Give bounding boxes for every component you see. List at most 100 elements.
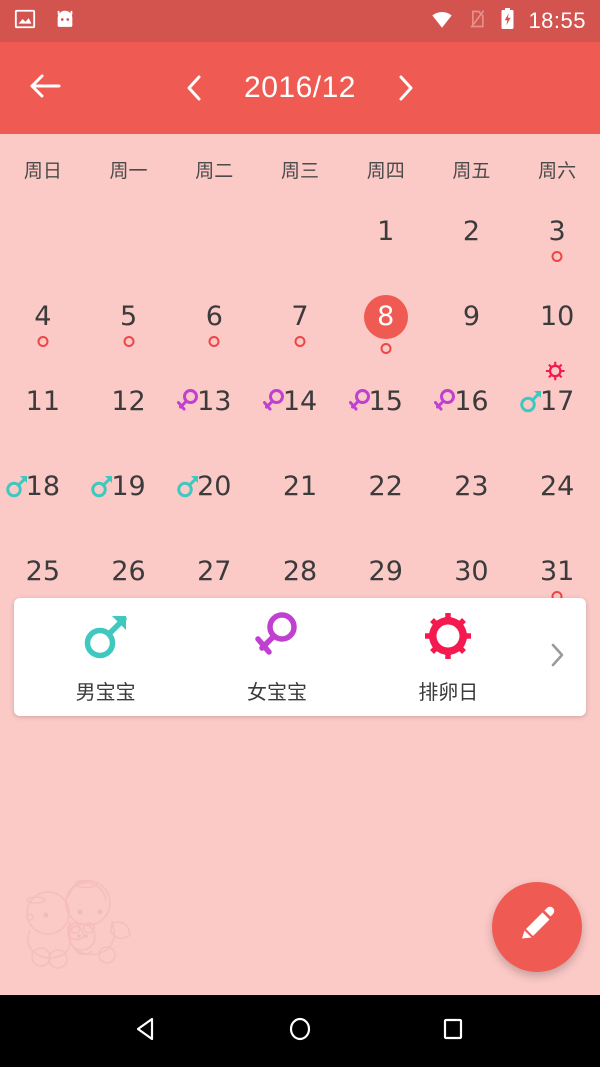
legend-label-boy: 男宝宝 (75, 679, 136, 704)
calendar-cell-empty (257, 189, 343, 274)
ovulation-sun-icon (544, 360, 566, 387)
calendar-day-6[interactable]: 6 (171, 274, 257, 359)
next-month-button[interactable] (392, 65, 420, 111)
status-bar-clock: 18:55 (528, 8, 586, 33)
calendar-day-10[interactable]: 10 (514, 274, 600, 359)
calendar-grid: 1 2 3 4 5 6 7 8 9 10 11 12 13 14 15 16 17 18 19 20 21 22 23 24 2… (0, 189, 600, 614)
period-dot-marker (380, 342, 392, 354)
calendar-day-11[interactable]: 11 (0, 359, 86, 444)
calendar-day-18[interactable]: 18 (0, 444, 86, 529)
day-content: 24 (540, 473, 574, 500)
day-number: 21 (282, 471, 318, 502)
weekday-header: 周日 周一 周二 周三 周四 周五 周六 (0, 134, 600, 189)
day-content: 26 (111, 558, 145, 585)
legend-label-girl: 女宝宝 (246, 679, 307, 704)
calendar-day-23[interactable]: 23 (429, 444, 515, 529)
day-number: 12 (111, 386, 146, 417)
day-number: 7 (291, 301, 309, 332)
day-content: 3 (549, 218, 566, 262)
legend-item-ovulation[interactable]: 排卵日 (363, 610, 534, 705)
period-dot-marker (123, 335, 135, 347)
calendar-day-22[interactable]: 22 (343, 444, 429, 529)
period-dot-marker (37, 335, 49, 347)
baby-angels-watermark (8, 875, 148, 980)
day-content: 13 (177, 386, 232, 417)
day-content: 20 (177, 471, 232, 502)
day-content: 6 (205, 301, 223, 347)
calendar-day-13[interactable]: 13 (171, 359, 257, 444)
day-number: 24 (539, 471, 575, 502)
edit-fab-button[interactable] (492, 882, 582, 972)
calendar-day-15[interactable]: 15 (343, 359, 429, 444)
day-number: 27 (197, 556, 232, 587)
day-number: 22 (368, 471, 403, 502)
calendar-day-21[interactable]: 21 (257, 444, 343, 529)
day-number: 11 (25, 386, 61, 417)
legend-item-girl[interactable]: 女宝宝 (191, 610, 362, 705)
calendar-day-14[interactable]: 14 (257, 359, 343, 444)
arrow-left-icon (28, 71, 64, 106)
back-button[interactable] (14, 56, 78, 120)
calendar-day-17[interactable]: 17 (514, 359, 600, 444)
calendar-day-19[interactable]: 19 (86, 444, 172, 529)
status-bar: 18:55 (0, 0, 600, 42)
calendar-day-3[interactable]: 3 (514, 189, 600, 274)
day-number: 6 (205, 301, 223, 332)
chevron-right-icon (548, 641, 566, 674)
legend-item-boy[interactable]: 男宝宝 (20, 610, 191, 705)
female-symbol-icon (251, 610, 303, 667)
day-number: 20 (197, 471, 232, 502)
day-number: 16 (454, 386, 489, 417)
day-number: 18 (25, 471, 61, 502)
calendar-day-16[interactable]: 16 (429, 359, 515, 444)
day-content: 23 (454, 473, 488, 500)
nav-home-circle-icon (286, 1015, 314, 1048)
day-content: 4 (34, 301, 52, 347)
weekday-label-1: 周一 (109, 160, 148, 182)
calendar-day-5[interactable]: 5 (86, 274, 172, 359)
calendar-day-9[interactable]: 9 (429, 274, 515, 359)
day-content: 8 (363, 294, 408, 354)
calendar-cell-empty (0, 189, 86, 274)
calendar-cell-empty (86, 189, 172, 274)
calendar-day-24[interactable]: 24 (514, 444, 600, 529)
day-content: 22 (369, 473, 403, 500)
nav-home-button[interactable] (265, 1001, 335, 1061)
period-dot-marker (208, 335, 220, 347)
calendar-day-4[interactable]: 4 (0, 274, 86, 359)
day-number: 10 (539, 301, 575, 332)
day-content: 28 (283, 558, 317, 585)
nav-back-button[interactable] (112, 1001, 182, 1061)
weekday-label-6: 周六 (538, 160, 577, 182)
battery-charging-icon (499, 7, 516, 36)
calendar-day-20[interactable]: 20 (171, 444, 257, 529)
calendar-day-2[interactable]: 2 (429, 189, 515, 274)
nav-recents-button[interactable] (418, 1001, 488, 1061)
weekday-label-0: 周日 (23, 160, 62, 182)
calendar-day-1[interactable]: 1 (343, 189, 429, 274)
legend-more-button[interactable] (534, 641, 580, 674)
male-symbol-icon (80, 610, 132, 667)
day-content: 14 (262, 388, 317, 415)
calendar-day-12[interactable]: 12 (86, 359, 172, 444)
prev-month-button[interactable] (180, 65, 208, 111)
status-bar-left-icons (14, 8, 76, 35)
sim-card-off-icon (467, 8, 487, 35)
day-content: 9 (463, 303, 480, 330)
day-content: 27 (197, 558, 231, 585)
month-title[interactable]: 2016/12 (230, 71, 370, 105)
calendar-day-7[interactable]: 7 (257, 274, 343, 359)
day-number: 30 (454, 556, 489, 587)
day-number: 13 (197, 386, 232, 417)
nav-back-triangle-icon (133, 1015, 161, 1048)
day-number: 23 (454, 471, 489, 502)
legend-label-ovulation: 排卵日 (418, 679, 479, 704)
day-content: 11 (26, 388, 60, 415)
period-dot-marker (294, 335, 306, 347)
calendar-day-8[interactable]: 8 (343, 274, 429, 359)
pencil-edit-icon (517, 905, 557, 950)
day-number: 4 (34, 301, 52, 332)
day-number: 8 (377, 301, 395, 332)
status-bar-right-icons: 18:55 (429, 7, 586, 36)
day-number: 25 (25, 556, 61, 587)
